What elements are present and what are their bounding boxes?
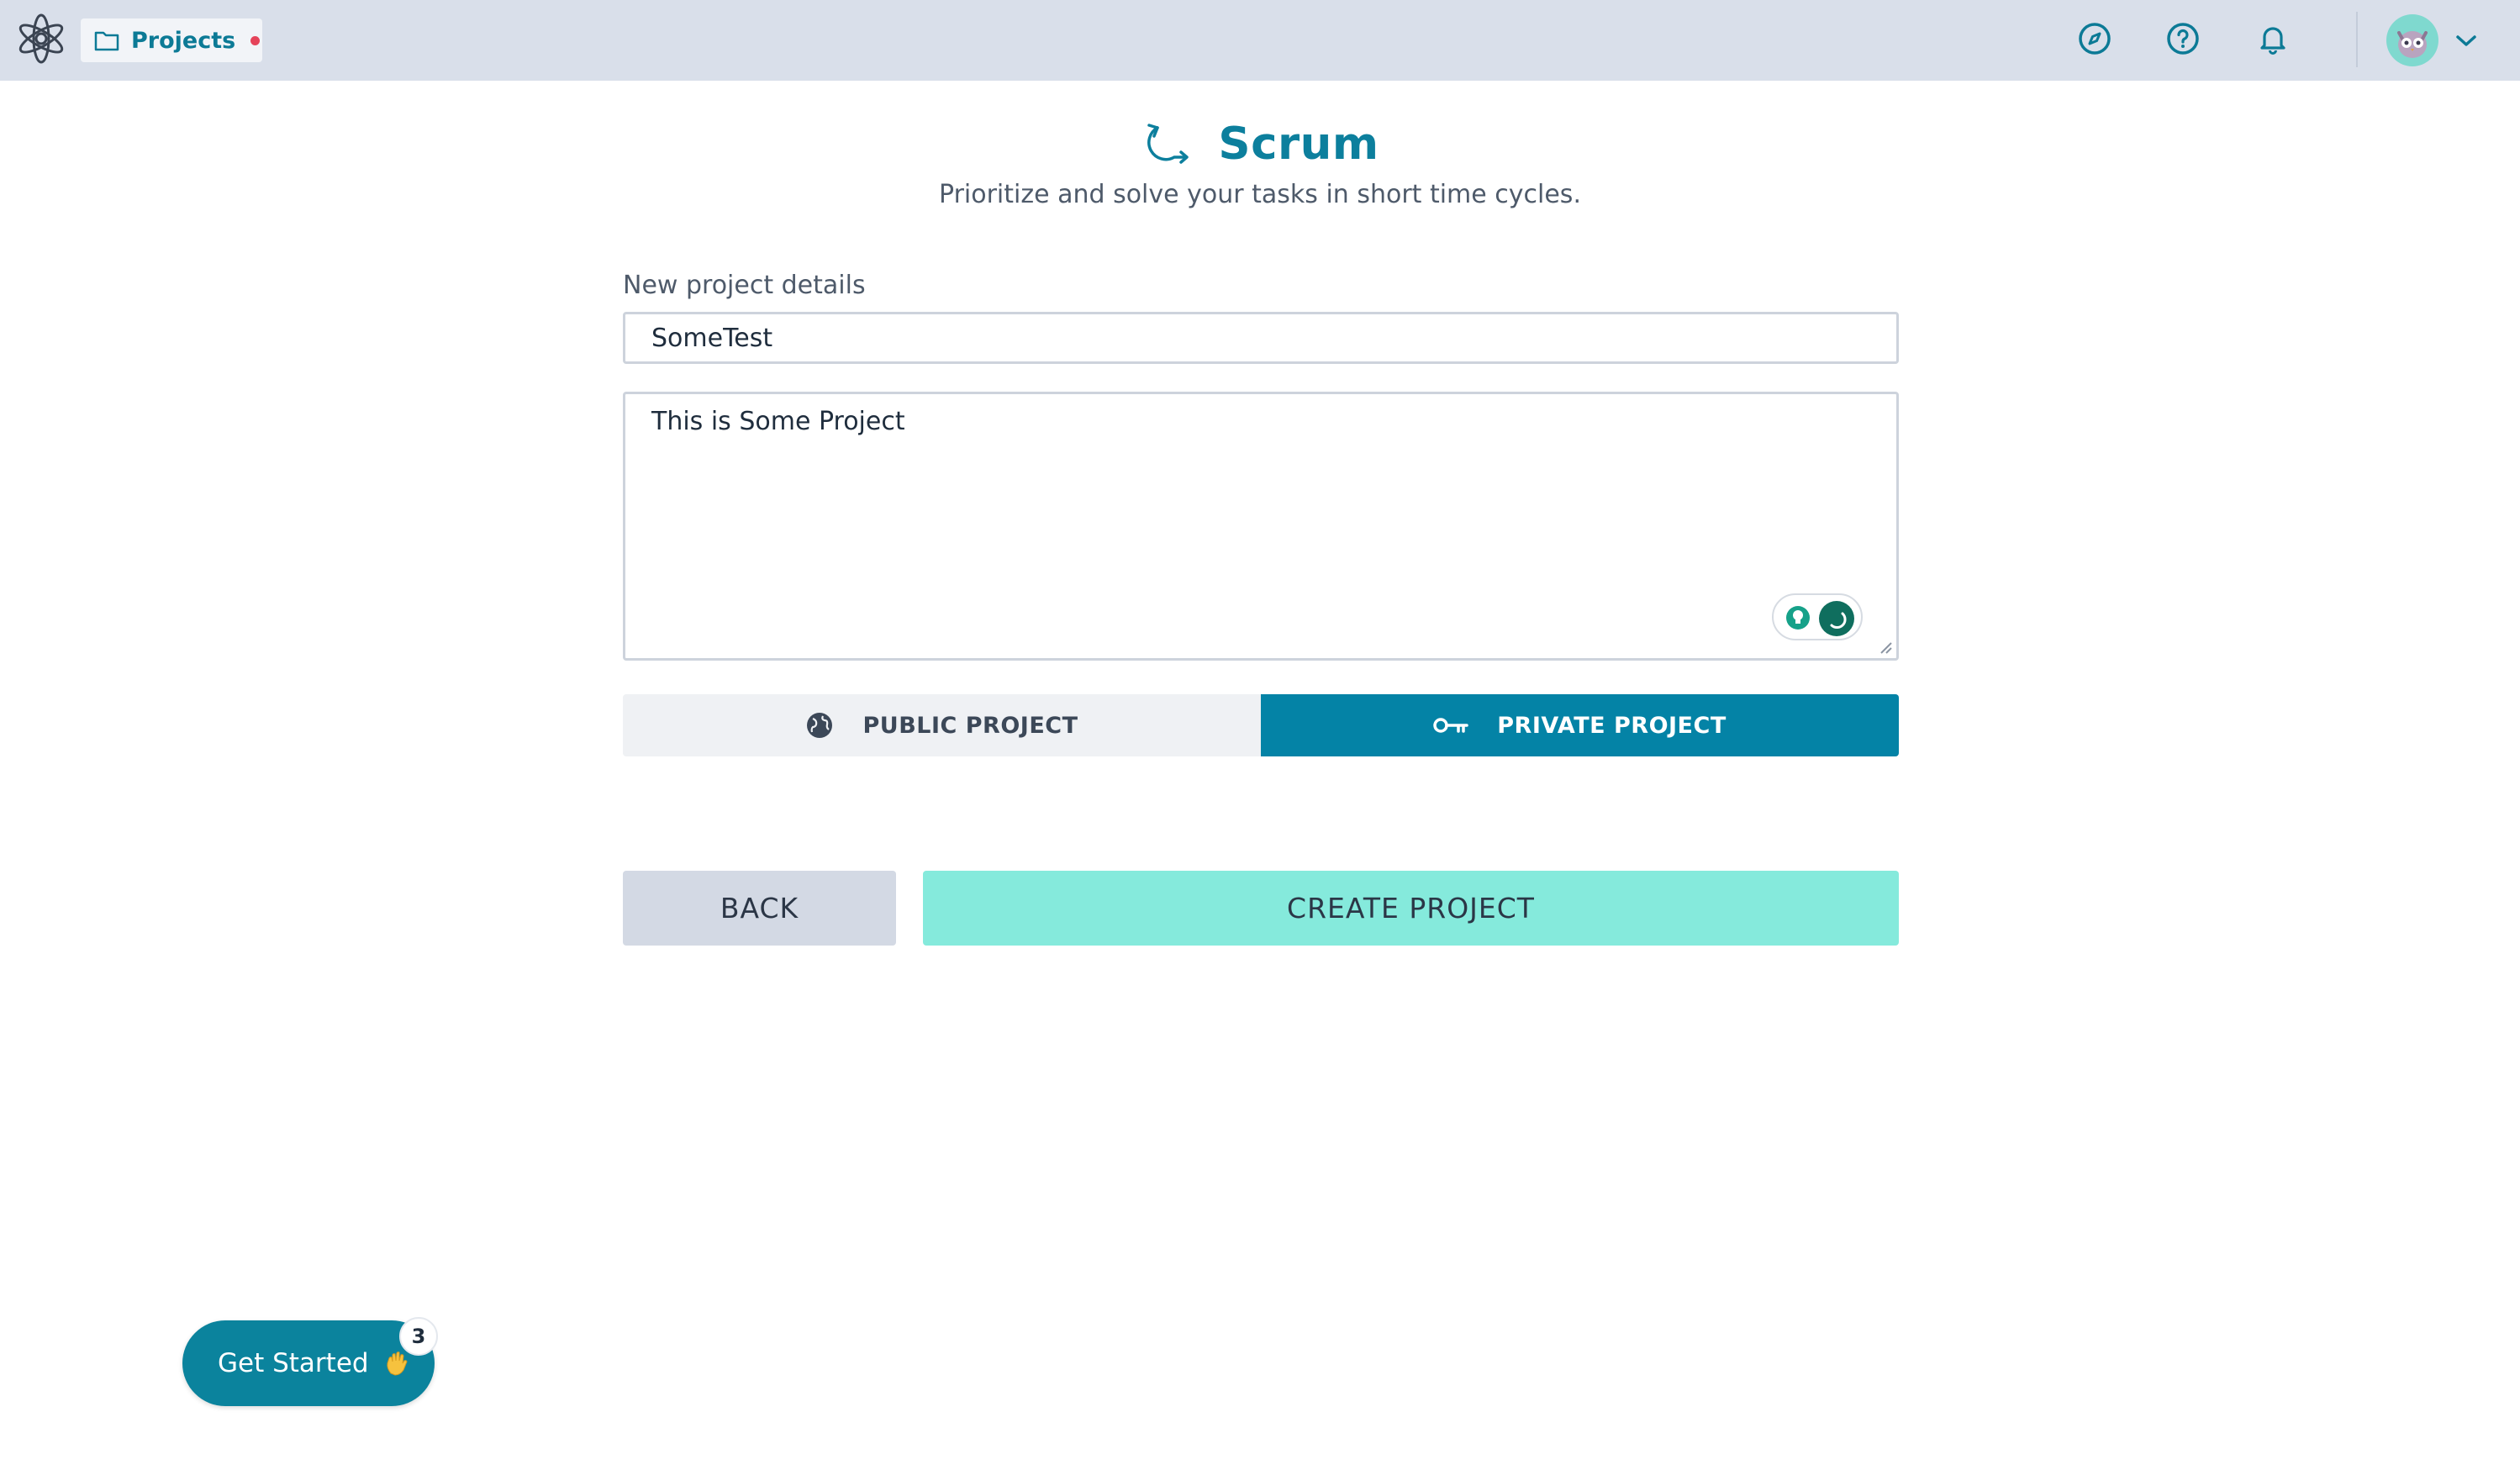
globe-icon [807, 713, 833, 738]
lightbulb-icon[interactable] [1785, 605, 1811, 630]
grammar-check-icon[interactable] [1818, 600, 1855, 637]
compass-icon[interactable] [2075, 18, 2115, 59]
back-button[interactable]: BACK [623, 871, 896, 946]
create-project-button[interactable]: CREATE PROJECT [923, 871, 1899, 946]
top-bar: Projects [0, 0, 2520, 81]
waving-hand-icon [386, 1351, 408, 1376]
public-project-label: PUBLIC PROJECT [862, 712, 1078, 739]
get-started-button[interactable]: Get Started [182, 1320, 435, 1406]
owl-avatar-icon [2397, 31, 2428, 58]
get-started-label: Get Started [218, 1348, 369, 1378]
get-started-count-badge: 3 [399, 1317, 438, 1356]
scrum-cycle-icon [1147, 124, 1189, 164]
public-project-option[interactable]: PUBLIC PROJECT [623, 694, 1261, 756]
topbar-divider [2356, 12, 2358, 67]
page-subtitle: Prioritize and solve your tasks in short… [939, 180, 1581, 209]
page-header: Scrum [0, 116, 2520, 171]
app-logo-icon[interactable] [13, 11, 69, 66]
project-name-input[interactable] [623, 312, 1899, 364]
breadcrumb-projects[interactable]: Projects [81, 18, 262, 62]
form-section-label: New project details [623, 271, 866, 300]
visibility-toggle: PUBLIC PROJECT PRIVATE PROJECT [623, 694, 1899, 756]
writing-assistant-widget[interactable] [1772, 593, 1863, 640]
bell-icon[interactable] [2253, 18, 2293, 59]
project-description-textarea[interactable]: This is Some Project [623, 392, 1899, 661]
folder-icon [94, 31, 119, 51]
breadcrumb-label: Projects [131, 27, 236, 54]
key-icon [1433, 718, 1468, 733]
chevron-down-icon[interactable] [2453, 30, 2480, 50]
page-title: Scrum [1218, 118, 1379, 170]
user-avatar[interactable] [2386, 14, 2438, 66]
private-project-label: PRIVATE PROJECT [1497, 712, 1727, 739]
unsaved-indicator-dot [250, 35, 261, 45]
resize-handle-icon[interactable] [1878, 640, 1893, 655]
description-text: This is Some Project [651, 407, 905, 436]
help-icon[interactable] [2163, 18, 2203, 59]
private-project-option[interactable]: PRIVATE PROJECT [1261, 694, 1899, 756]
